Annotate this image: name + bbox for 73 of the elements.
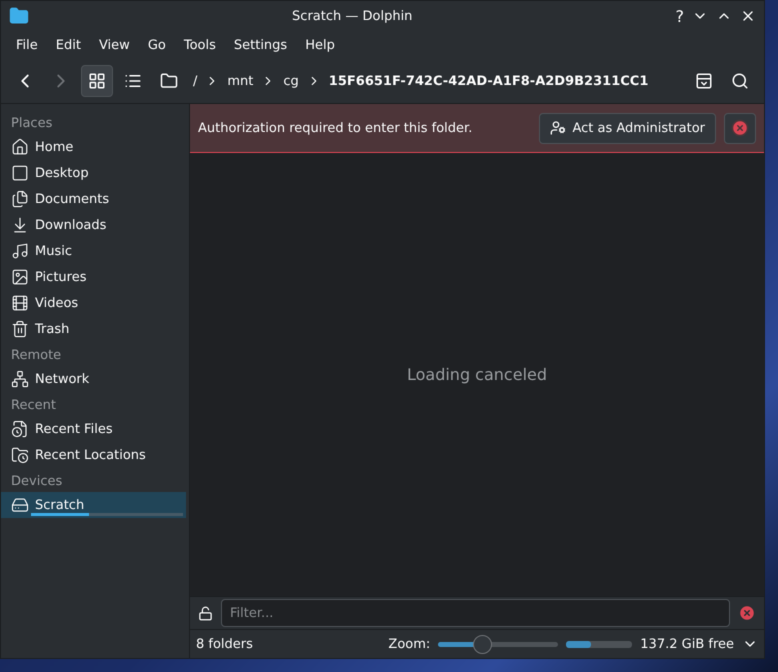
- music-icon: [11, 242, 29, 260]
- film-icon: [11, 294, 29, 312]
- sidebar-item[interactable]: Scratch: [1, 492, 186, 518]
- breadcrumb-item[interactable]: /: [189, 70, 202, 92]
- house-icon: [11, 138, 29, 156]
- window-title: Scratch — Dolphin: [291, 8, 414, 24]
- help-button[interactable]: ?: [676, 6, 684, 26]
- zoom-label: Zoom:: [388, 636, 430, 652]
- menu-item[interactable]: Help: [296, 34, 344, 56]
- dismiss-button[interactable]: [724, 112, 756, 144]
- sidebar-item[interactable]: Videos: [1, 290, 186, 316]
- breadcrumb-item[interactable]: cg: [279, 70, 303, 92]
- item-label: Music: [35, 244, 72, 258]
- details-view-icon: [124, 72, 142, 90]
- item-label: Home: [35, 140, 74, 154]
- sidebar-item[interactable]: Downloads: [1, 212, 186, 238]
- sidebar-item[interactable]: Home: [1, 134, 186, 160]
- file-clock-icon: [11, 420, 29, 438]
- section-heading: Devices: [10, 473, 64, 491]
- sidebar-item[interactable]: Network: [1, 366, 186, 392]
- network-icon: [11, 370, 29, 388]
- section-heading: Recent: [10, 397, 57, 415]
- trash-icon: [11, 320, 29, 338]
- item-label: Trash: [35, 322, 70, 336]
- sidebar-item[interactable]: Documents: [1, 186, 186, 212]
- banner-message: Authorization required to enter this folder.: [198, 120, 474, 136]
- filter-field[interactable]: Filter...: [221, 599, 730, 627]
- free-space: 137.2 GiB free: [640, 636, 734, 652]
- item-label: Desktop: [35, 166, 89, 180]
- item-label: Scratch: [35, 498, 84, 512]
- menu-item[interactable]: File: [7, 34, 47, 56]
- item-label: Downloads: [35, 218, 106, 232]
- sidebar-item[interactable]: Recent Files: [1, 416, 186, 442]
- section-heading: Remote: [10, 347, 62, 365]
- view-mode-button[interactable]: [81, 65, 113, 97]
- drive-icon: [11, 496, 29, 514]
- grid-view-icon: [88, 72, 106, 90]
- user-gear-icon: [550, 120, 566, 136]
- close-icon: [731, 119, 749, 137]
- status-message: Loading canceled: [406, 365, 548, 384]
- section-heading: Places: [10, 115, 54, 133]
- item-label: Documents: [35, 192, 110, 206]
- folder-clock-icon: [11, 446, 29, 464]
- lock-icon[interactable]: [198, 606, 213, 620]
- sidebar-item[interactable]: Music: [1, 238, 186, 264]
- item-label: Videos: [35, 296, 78, 310]
- menu-item[interactable]: Tools: [174, 34, 225, 56]
- download-icon: [11, 216, 29, 234]
- menu-item[interactable]: View: [90, 34, 139, 56]
- item-label: Recent Locations: [35, 448, 146, 462]
- menu-item[interactable]: Edit: [46, 34, 90, 56]
- sidebar-item[interactable]: Recent Locations: [1, 442, 186, 468]
- item-label: Recent Files: [35, 422, 113, 436]
- folder-icon: [9, 6, 29, 26]
- square-icon: [11, 164, 29, 182]
- sidebar-item[interactable]: Desktop: [1, 160, 186, 186]
- sidebar-item[interactable]: Pictures: [1, 264, 186, 290]
- item-label: Pictures: [35, 270, 86, 284]
- menu-item[interactable]: Go: [138, 34, 175, 56]
- item-label: Network: [35, 372, 90, 386]
- panel-icon: [695, 72, 713, 90]
- admin-button[interactable]: Act as Administrator: [539, 112, 716, 144]
- breadcrumb-item[interactable]: 15F6651F-742C-42AD-A1F8-A2D9B2311CC1: [324, 70, 652, 92]
- menu-item[interactable]: Settings: [224, 34, 296, 56]
- space-bar: [566, 640, 632, 648]
- clear-icon[interactable]: [738, 604, 756, 622]
- sidebar-item[interactable]: Trash: [1, 316, 186, 342]
- zoom-slider[interactable]: [438, 634, 558, 654]
- search-icon: [731, 72, 749, 90]
- documents-icon: [11, 190, 29, 208]
- folder-count: 8 folders: [196, 636, 253, 652]
- breadcrumb-item[interactable]: mnt: [223, 70, 258, 92]
- image-icon: [11, 268, 29, 286]
